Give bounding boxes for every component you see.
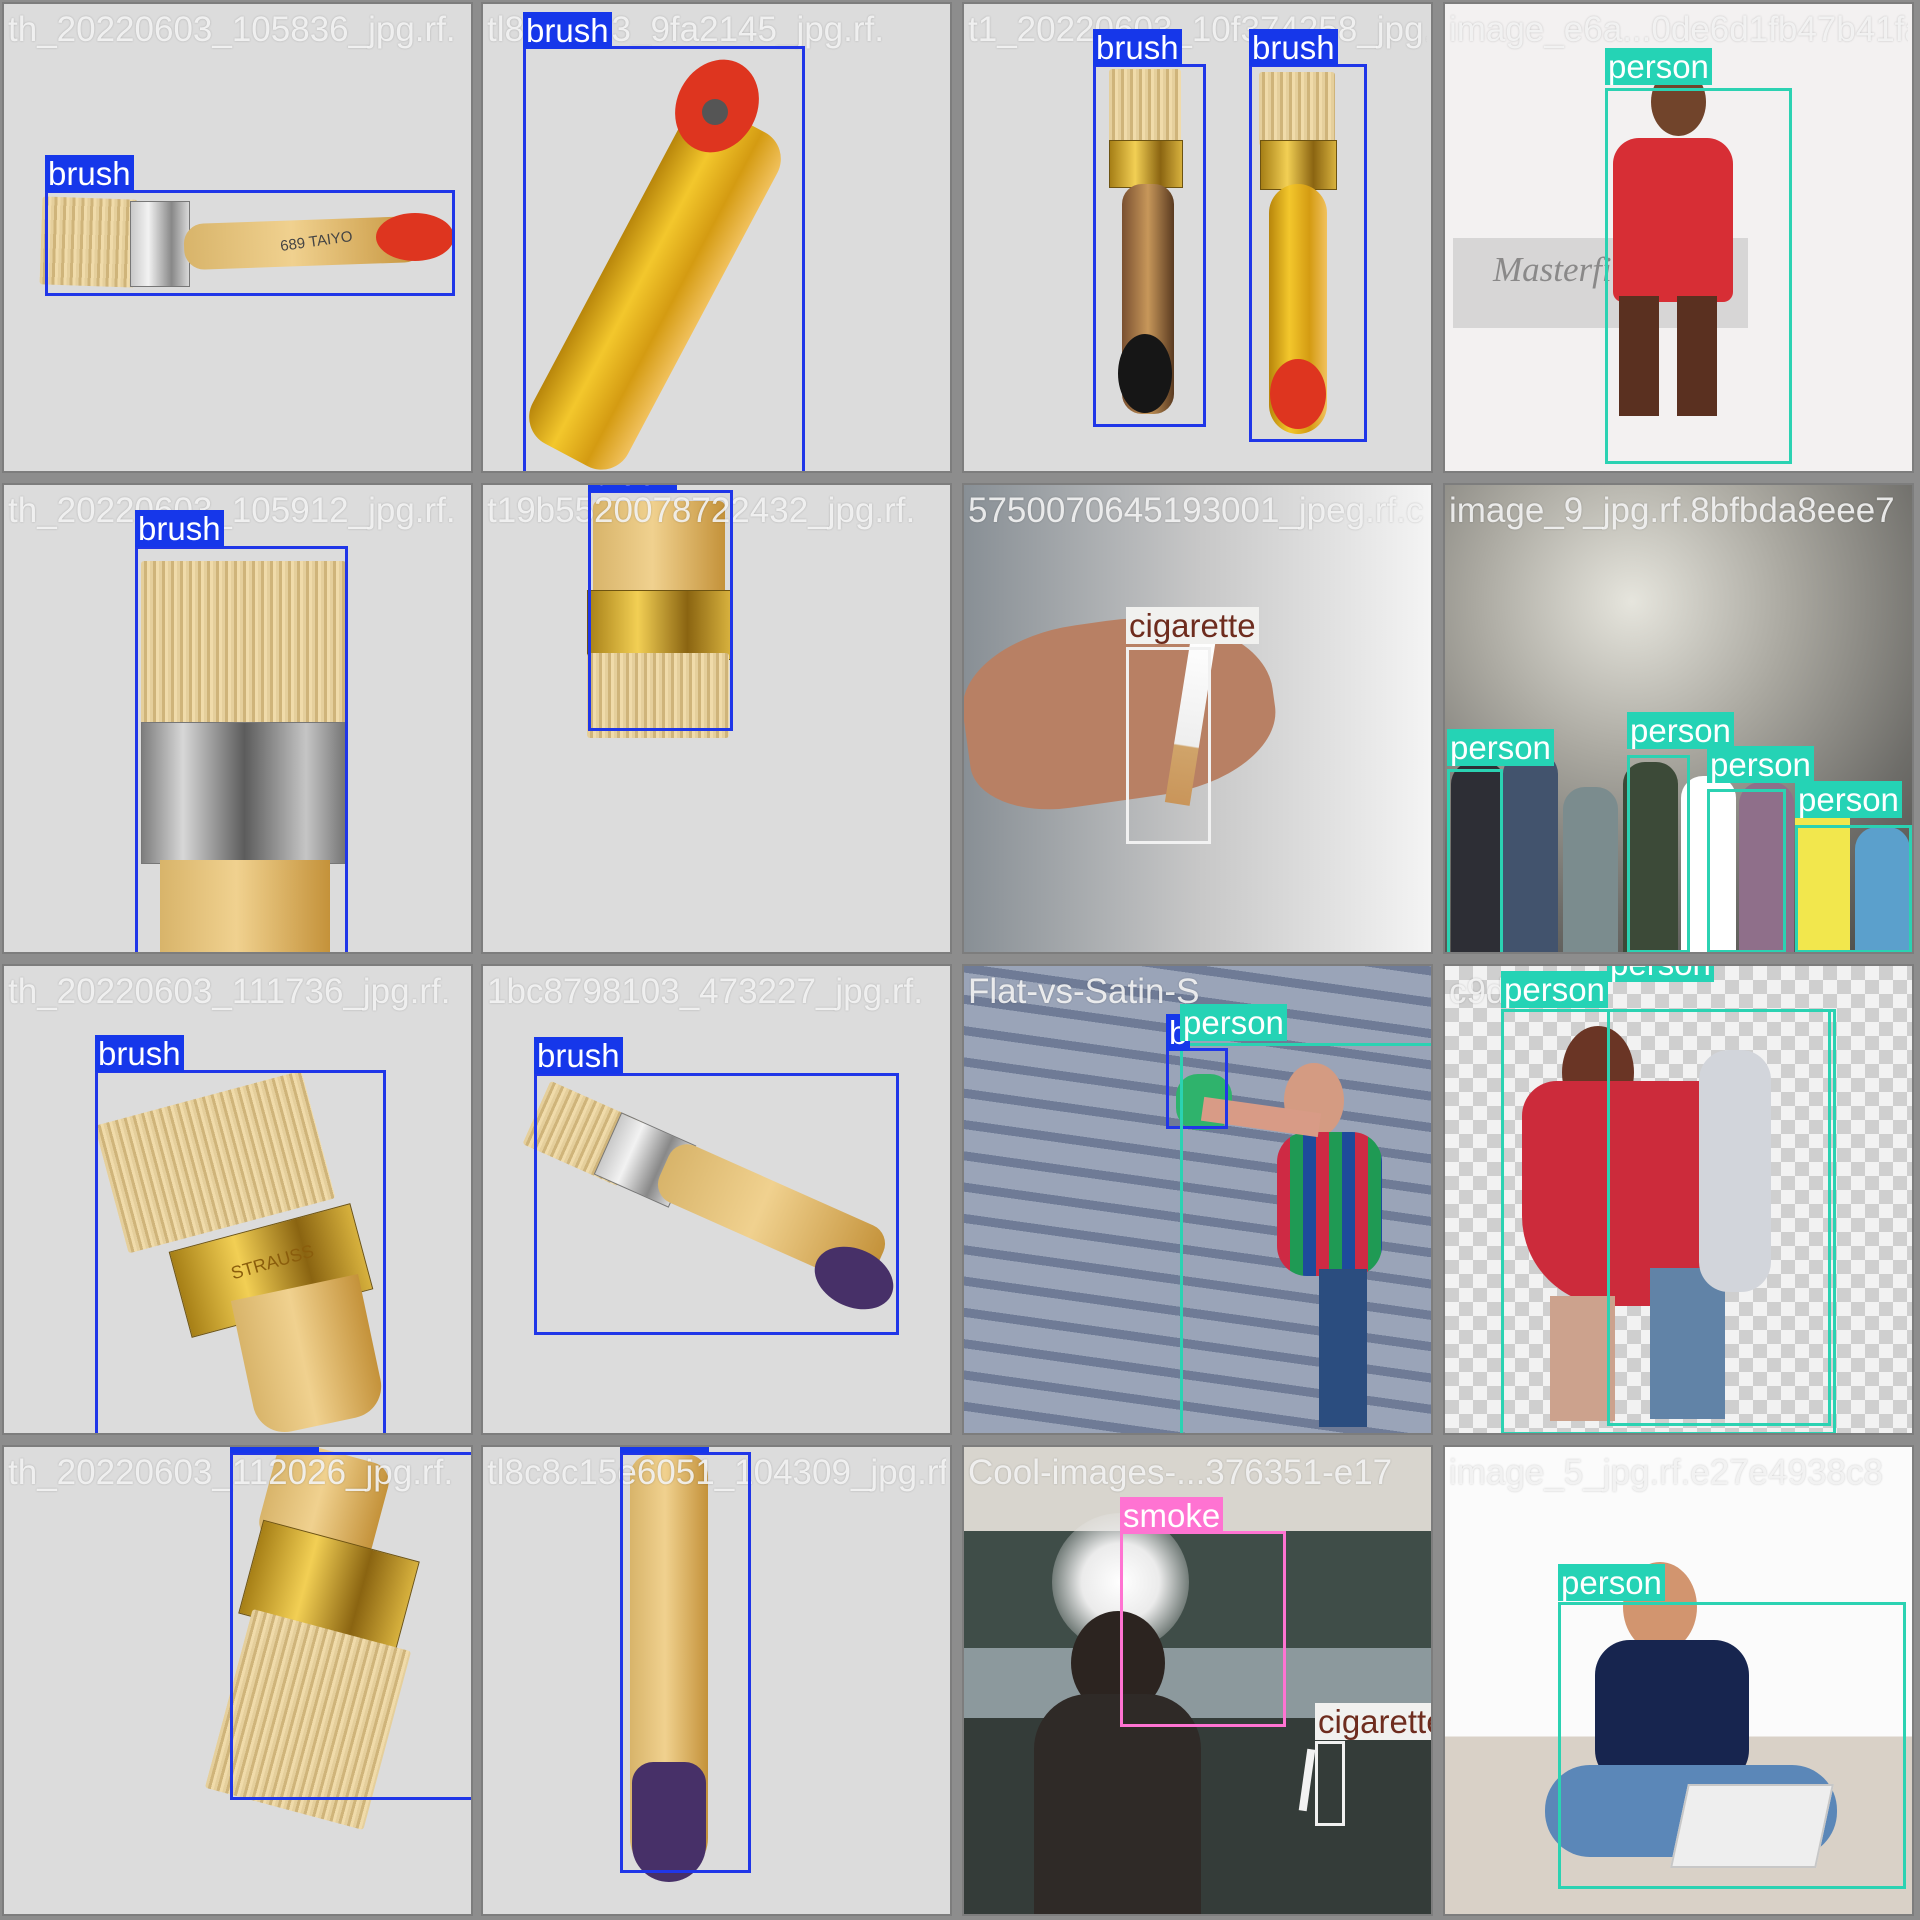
person-box-2 xyxy=(1607,1009,1831,1426)
person-box-4 xyxy=(1795,825,1912,952)
smoke-label: smoke xyxy=(1120,1497,1224,1534)
image-tile-10[interactable]: 1bc8798103_473227_jpg.rf. brush xyxy=(481,964,952,1435)
brush-label: brush xyxy=(45,155,134,192)
brush-label: brush xyxy=(523,12,612,49)
brush-box xyxy=(45,190,455,296)
person-label-3: person xyxy=(1707,746,1814,783)
brush-box xyxy=(534,1073,899,1335)
brush-box-left xyxy=(1093,64,1206,427)
person-box xyxy=(1180,1043,1431,1433)
brush-label: brush xyxy=(95,1035,184,1072)
person-box-1 xyxy=(1447,769,1503,952)
brush-box-right xyxy=(1249,64,1367,442)
smoke-box xyxy=(1120,1531,1286,1727)
person-label-4: person xyxy=(1795,781,1902,818)
image-tile-14[interactable]: tl8c8c15e6051_104309_jpg.rf. brush xyxy=(481,1445,952,1916)
cigarette-box xyxy=(1315,1741,1345,1826)
person-box-3 xyxy=(1707,789,1786,952)
person-box-2 xyxy=(1627,755,1690,952)
image-tile-12[interactable]: c9d... person person xyxy=(1443,964,1914,1435)
person-label-2: person xyxy=(1627,712,1734,749)
image-tile-13[interactable]: th_20220603_112026_jpg.rf. brush xyxy=(2,1445,473,1916)
person-box xyxy=(1605,88,1792,464)
brush-box xyxy=(523,46,805,471)
brush-label: brush xyxy=(620,1447,709,1453)
brush-label: brush xyxy=(534,1037,623,1074)
image-tile-9[interactable]: STRAUSS th_20220603_111736_jpg.rf. brush xyxy=(2,964,473,1435)
person-label: person xyxy=(1180,1004,1287,1041)
cigarette-label: cigarette xyxy=(1315,1703,1431,1740)
brush-label-left: brush xyxy=(1093,29,1182,66)
person-label: person xyxy=(1558,1564,1665,1601)
brush-label: brush xyxy=(135,510,224,547)
image-tile-6[interactable]: t19b5520078722432_jpg.rf. brush xyxy=(481,483,952,954)
image-tile-2[interactable]: tl8...9663_9fa2145_jpg.rf. brush xyxy=(481,2,952,473)
brush-box xyxy=(135,546,348,952)
person-label-1: person xyxy=(1447,729,1554,766)
brush-label: brush xyxy=(230,1447,319,1453)
brush-label: brush xyxy=(588,485,677,492)
brush-box xyxy=(95,1070,386,1433)
image-tile-4[interactable]: Masterfile image_e6a...0de6d1fb47b41fa p… xyxy=(1443,2,1914,473)
image-tile-8[interactable]: image_9_jpg.rf.8bfbda8eee7 person person… xyxy=(1443,483,1914,954)
cigarette-label: cigarette xyxy=(1126,607,1259,644)
brush-label-right: brush xyxy=(1249,29,1338,66)
person-label-2: person xyxy=(1607,966,1714,982)
brush-box xyxy=(620,1452,751,1873)
detection-results-grid: 689 TAIYO th_20220603_105836_jpg.rf. bru… xyxy=(0,0,1920,1920)
image-tile-3[interactable]: t1_20220603_10f374258_jpg.rf. brush brus… xyxy=(962,2,1433,473)
brush-box xyxy=(588,490,733,731)
image-tile-7[interactable]: 5750070645193001_jpeg.rf.c cigarette xyxy=(962,483,1433,954)
person-box xyxy=(1558,1602,1906,1889)
image-tile-15[interactable]: Cool-images-...376351-e17 smoke cigarett… xyxy=(962,1445,1433,1916)
cigarette-box xyxy=(1126,647,1211,844)
brush-box xyxy=(230,1452,471,1800)
image-tile-16[interactable]: image_5_jpg.rf.e27e4938c8 person xyxy=(1443,1445,1914,1916)
image-tile-11[interactable]: Flat-vs-Satin-S b person xyxy=(962,964,1433,1435)
image-tile-5[interactable]: th_20220603_105912_jpg.rf. brush xyxy=(2,483,473,954)
image-tile-1[interactable]: 689 TAIYO th_20220603_105836_jpg.rf. bru… xyxy=(2,2,473,473)
person-label-1: person xyxy=(1501,971,1608,1008)
person-label: person xyxy=(1605,48,1712,85)
